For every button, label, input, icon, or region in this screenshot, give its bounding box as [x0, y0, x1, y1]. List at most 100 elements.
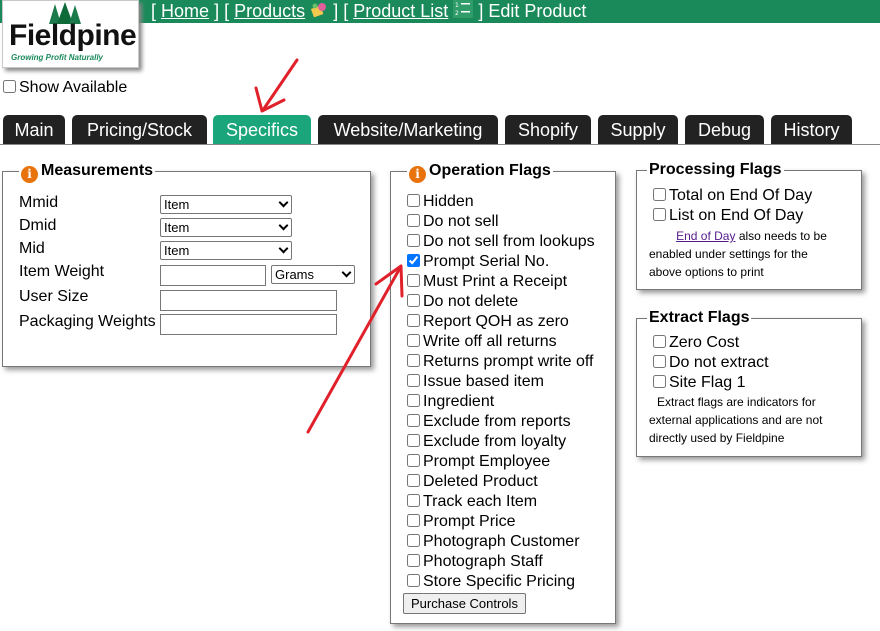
- numbered-list-icon[interactable]: 12: [453, 0, 474, 24]
- tab-history[interactable]: History: [771, 115, 852, 145]
- operation-flag-option[interactable]: Photograph Customer: [407, 532, 580, 552]
- purchase-controls-button[interactable]: Purchase Controls: [403, 593, 526, 614]
- do-not-extract-checkbox[interactable]: [653, 355, 666, 368]
- operation-flag-option[interactable]: Photograph Staff: [407, 552, 543, 572]
- mmid-select[interactable]: Item: [160, 195, 292, 214]
- tab-shopify[interactable]: Shopify: [505, 115, 591, 145]
- operation-flag-checkbox[interactable]: [407, 334, 420, 347]
- products-link[interactable]: Products: [234, 1, 305, 21]
- operation-flag-option[interactable]: Ingredient: [407, 392, 494, 412]
- operation-flag-checkbox[interactable]: [407, 554, 420, 567]
- dmid-select[interactable]: Item: [160, 218, 292, 237]
- packaging-weights-input[interactable]: [160, 314, 337, 335]
- operation-flag-checkbox[interactable]: [407, 454, 420, 467]
- total-on-end-of-day-checkbox[interactable]: [653, 188, 666, 201]
- dmid-value: Item: [164, 220, 190, 235]
- operation-flag-checkbox[interactable]: [407, 394, 420, 407]
- operation-flag-option[interactable]: Exclude from loyalty: [407, 432, 566, 452]
- operation-flag-option[interactable]: Prompt Serial No.: [407, 252, 549, 272]
- show-available-toggle[interactable]: Show Available: [3, 79, 127, 97]
- weight-unit-select[interactable]: Grams: [271, 265, 355, 284]
- fieldpine-logo[interactable]: Fieldpine Growing Profit Naturally: [2, 0, 139, 68]
- operation-flag-checkbox[interactable]: [407, 534, 420, 547]
- chevron-down-icon: [341, 267, 352, 278]
- zero-cost-option[interactable]: Zero Cost: [653, 333, 739, 353]
- operation-flag-checkbox[interactable]: [407, 234, 420, 247]
- mid-label: Mid: [19, 240, 45, 257]
- operation-flag-option[interactable]: Hidden: [407, 192, 474, 212]
- operation-flag-option[interactable]: Exclude from reports: [407, 412, 571, 432]
- operation-flag-checkbox[interactable]: [407, 514, 420, 527]
- user-size-input[interactable]: [160, 290, 337, 311]
- operation-flag-checkbox[interactable]: [407, 214, 420, 227]
- list-on-end-of-day-option[interactable]: List on End Of Day: [653, 206, 803, 226]
- products-icon[interactable]: [310, 1, 328, 24]
- operation-flag-option[interactable]: Do not sell from lookups: [407, 232, 595, 252]
- extract-flags-title: Extract Flags: [647, 309, 752, 327]
- operation-flag-option[interactable]: Must Print a Receipt: [407, 272, 567, 292]
- chevron-down-icon: [278, 197, 289, 208]
- info-icon[interactable]: i: [21, 166, 38, 183]
- operation-flag-option[interactable]: Prompt Price: [407, 512, 515, 532]
- zero-cost-checkbox[interactable]: [653, 335, 666, 348]
- end-of-day-link[interactable]: End of Day: [676, 229, 735, 243]
- operation-flag-option[interactable]: Report QOH as zero: [407, 312, 569, 332]
- arrow-to-specifics-tab: [261, 58, 299, 112]
- operation-flag-option[interactable]: Returns prompt write off: [407, 352, 593, 372]
- product-list-link[interactable]: Product List: [353, 1, 448, 21]
- operation-flag-option[interactable]: Store Specific Pricing: [407, 572, 575, 592]
- operation-flag-checkbox[interactable]: [407, 274, 420, 287]
- tab-label: Main: [14, 120, 54, 140]
- operation-flags-title: Operation Flags: [429, 162, 551, 179]
- total-on-end-of-day-option[interactable]: Total on End Of Day: [653, 186, 812, 206]
- operation-flag-checkbox[interactable]: [407, 314, 420, 327]
- operation-flag-checkbox[interactable]: [407, 294, 420, 307]
- operation-flag-option[interactable]: Track each Item: [407, 492, 537, 512]
- home-link[interactable]: Home: [161, 1, 209, 21]
- mid-select[interactable]: Item: [160, 241, 292, 260]
- operation-flag-option[interactable]: Prompt Employee: [407, 452, 550, 472]
- operation-flag-checkbox[interactable]: [407, 434, 420, 447]
- bracket-close: ]: [214, 1, 220, 21]
- show-available-checkbox[interactable]: [3, 80, 16, 93]
- operation-flag-option[interactable]: Deleted Product: [407, 472, 538, 492]
- operation-flag-option[interactable]: Do not delete: [407, 292, 518, 312]
- processing-flags-note: End of Day also needs to be enabled unde…: [649, 227, 854, 281]
- operation-flag-checkbox[interactable]: [407, 474, 420, 487]
- mmid-value: Item: [164, 197, 190, 212]
- operation-flag-checkbox[interactable]: [407, 194, 420, 207]
- site-flag-1-option[interactable]: Site Flag 1: [653, 373, 745, 393]
- operation-flag-checkbox[interactable]: [407, 494, 420, 507]
- tab-main[interactable]: Main: [3, 115, 65, 145]
- tab-label: Website/Marketing: [333, 120, 483, 140]
- operation-flag-option[interactable]: Write off all returns: [407, 332, 557, 352]
- site-flag-1-checkbox[interactable]: [653, 375, 666, 388]
- operation-flag-checkbox[interactable]: [407, 354, 420, 367]
- bracket-close: ]: [478, 1, 484, 21]
- tab-supply[interactable]: Supply: [598, 115, 678, 145]
- tab-website-marketing[interactable]: Website/Marketing: [318, 115, 498, 145]
- operation-flag-checkbox[interactable]: [407, 254, 420, 267]
- tab-debug[interactable]: Debug: [685, 115, 764, 145]
- note-text: above options to print: [649, 265, 764, 279]
- note-text: directly used by Fieldpine: [649, 431, 785, 445]
- tab-label: Supply: [610, 120, 666, 140]
- checkbox-label: Site Flag 1: [669, 374, 746, 391]
- info-icon[interactable]: i: [409, 166, 426, 183]
- tab-specifics[interactable]: Specifics: [213, 115, 311, 145]
- list-on-end-of-day-checkbox[interactable]: [653, 208, 666, 221]
- tab-label: Specifics: [225, 120, 299, 140]
- item-weight-input[interactable]: [160, 265, 266, 286]
- do-not-extract-option[interactable]: Do not extract: [653, 353, 769, 373]
- chevron-down-icon: [278, 243, 289, 254]
- tab-pricing-stock[interactable]: Pricing/Stock: [72, 115, 207, 145]
- operation-flag-option[interactable]: Do not sell: [407, 212, 499, 232]
- arrowhead-icon: [254, 86, 286, 113]
- operation-flag-checkbox[interactable]: [407, 414, 420, 427]
- checkbox-label: Track each Item: [423, 493, 538, 510]
- checkbox-label: Prompt Employee: [423, 453, 551, 470]
- checkbox-label: Report QOH as zero: [423, 313, 569, 330]
- operation-flag-checkbox[interactable]: [407, 574, 420, 587]
- operation-flag-checkbox[interactable]: [407, 374, 420, 387]
- operation-flag-option[interactable]: Issue based item: [407, 372, 544, 392]
